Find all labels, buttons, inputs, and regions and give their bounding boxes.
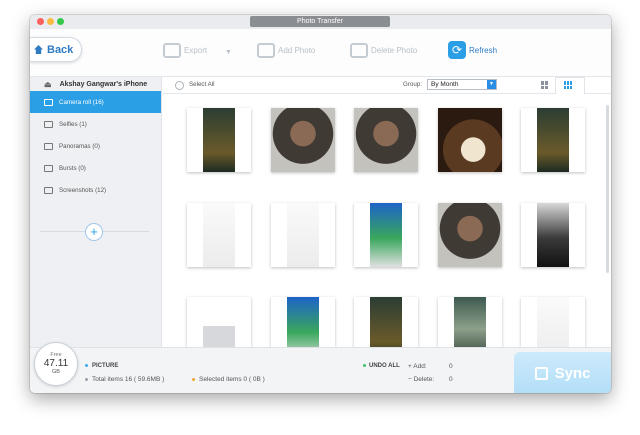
sidebar-item-selfies[interactable]: Selfies (1) <box>30 113 161 135</box>
photo-thumbnail[interactable] <box>437 108 502 172</box>
selected-items: Selected items 0 ( 0B ) <box>192 376 265 383</box>
large-grid-view-icon[interactable] <box>541 81 549 89</box>
title-bar: Photo Transfer <box>30 15 611 29</box>
back-button[interactable]: Back <box>30 37 82 62</box>
photo-thumbnail[interactable] <box>270 202 335 267</box>
photo-browser: Select All Group: By Month ▼ <box>163 77 611 361</box>
filter-bar: Select All Group: By Month ▼ <box>163 77 611 94</box>
photo-image <box>203 108 235 172</box>
category-text: PICTURE <box>92 363 119 369</box>
back-label: Back <box>47 43 74 56</box>
small-grid-view-icon[interactable] <box>564 81 574 89</box>
export-label: Export <box>184 45 208 55</box>
sync-icon <box>534 366 548 380</box>
photo-thumbnail[interactable] <box>437 202 502 267</box>
delete-photo-icon <box>350 42 368 58</box>
photo-image <box>370 202 402 267</box>
delete-photo-label: Delete Photo <box>371 45 418 55</box>
photo-thumbnail[interactable] <box>187 202 251 267</box>
device-header: ⏏ Akshay Gangwar's iPhone <box>30 77 161 91</box>
selected-items-text: Selected items 0 ( 0B ) <box>199 376 265 383</box>
photo-image <box>203 202 235 267</box>
undo-all-button[interactable]: UNDO ALL <box>363 363 400 369</box>
export-dropdown-chevron-icon[interactable]: ▼ <box>225 49 232 56</box>
add-album-button[interactable]: + <box>85 223 103 241</box>
photo-thumbnail[interactable] <box>354 108 418 172</box>
total-items-text: Total items 16 ( 59.6MB ) <box>92 376 165 383</box>
storage-unit: GB <box>52 369 60 375</box>
group-select-value: By Month <box>431 81 459 88</box>
eject-icon[interactable]: ⏏ <box>44 80 52 89</box>
toolbar: Back Export ▼ Add Photo Delete Photo ⟳ R… <box>30 29 611 77</box>
total-items: Total items 16 ( 59.6MB ) <box>85 376 164 383</box>
panorama-icon <box>44 142 53 150</box>
photo-image <box>437 202 502 267</box>
undo-all-label: UNDO ALL <box>369 363 400 369</box>
category-label: PICTURE <box>85 363 118 369</box>
delete-count-value: 0 <box>449 376 453 383</box>
select-all-label[interactable]: Select All <box>189 81 214 88</box>
sidebar: ⏏ Akshay Gangwar's iPhone Camera roll (1… <box>30 77 162 347</box>
zoom-window-button[interactable] <box>57 18 64 25</box>
sidebar-item-label: Screenshots (12) <box>59 186 107 194</box>
add-count-value: 0 <box>449 363 453 370</box>
sidebar-item-label: Panoramas (0) <box>59 142 100 150</box>
refresh-icon: ⟳ <box>448 41 466 59</box>
sidebar-item-camera-roll[interactable]: Camera roll (16) <box>30 91 161 113</box>
status-footer: Free 47.11 GB PICTURE Total items 16 ( 5… <box>30 342 611 393</box>
photo-thumbnail[interactable] <box>354 202 418 267</box>
photo-image <box>286 202 319 267</box>
device-name: Akshay Gangwar's iPhone <box>59 80 148 88</box>
photo-image <box>537 108 569 172</box>
select-all-checkbox[interactable] <box>175 81 184 90</box>
window-title: Photo Transfer <box>250 16 390 27</box>
selfie-icon <box>44 120 53 128</box>
sidebar-item-label: Camera roll (16) <box>59 98 104 106</box>
camera-icon <box>44 98 53 106</box>
sync-label: Sync <box>554 364 591 382</box>
photo-thumbnail[interactable] <box>270 108 335 172</box>
chevron-down-icon: ▼ <box>487 80 496 89</box>
photo-thumbnail[interactable] <box>521 108 585 172</box>
screenshot-icon <box>44 186 53 194</box>
close-window-button[interactable] <box>37 18 44 25</box>
minimize-window-button[interactable] <box>47 18 54 25</box>
add-photo-icon <box>257 42 275 58</box>
vertical-scrollbar[interactable] <box>606 105 609 273</box>
home-icon <box>34 45 43 54</box>
photo-thumbnail[interactable] <box>521 202 585 267</box>
photo-image <box>270 108 335 172</box>
export-button[interactable]: Export <box>163 40 207 60</box>
add-photo-button[interactable]: Add Photo <box>257 40 315 60</box>
photo-image <box>537 202 569 267</box>
sidebar-item-panoramas[interactable]: Panoramas (0) <box>30 135 161 157</box>
burst-icon <box>44 164 53 172</box>
add-count-label: + Add: <box>408 363 427 370</box>
photo-image <box>354 108 418 172</box>
sync-button[interactable]: Sync <box>514 352 611 393</box>
delete-count-label: − Delete: <box>408 376 435 383</box>
add-photo-label: Add Photo <box>278 45 316 55</box>
photo-image <box>437 108 502 172</box>
group-select[interactable]: By Month ▼ <box>427 79 497 90</box>
storage-value: 47.11 <box>43 358 69 369</box>
sidebar-item-label: Bursts (0) <box>59 164 86 172</box>
refresh-button[interactable]: ⟳ Refresh <box>448 40 497 60</box>
storage-gauge: Free 47.11 GB <box>34 342 78 386</box>
sidebar-item-bursts[interactable]: Bursts (0) <box>30 157 161 179</box>
export-icon <box>163 42 181 58</box>
sidebar-item-label: Selfies (1) <box>59 120 87 128</box>
app-window: Photo Transfer Back Export ▼ Add Photo D… <box>30 15 611 393</box>
photo-thumbnail[interactable] <box>187 108 251 172</box>
refresh-label: Refresh <box>469 45 498 55</box>
sidebar-item-screenshots[interactable]: Screenshots (12) <box>30 179 161 201</box>
delete-photo-button[interactable]: Delete Photo <box>350 40 417 60</box>
group-label: Group: <box>403 81 422 88</box>
